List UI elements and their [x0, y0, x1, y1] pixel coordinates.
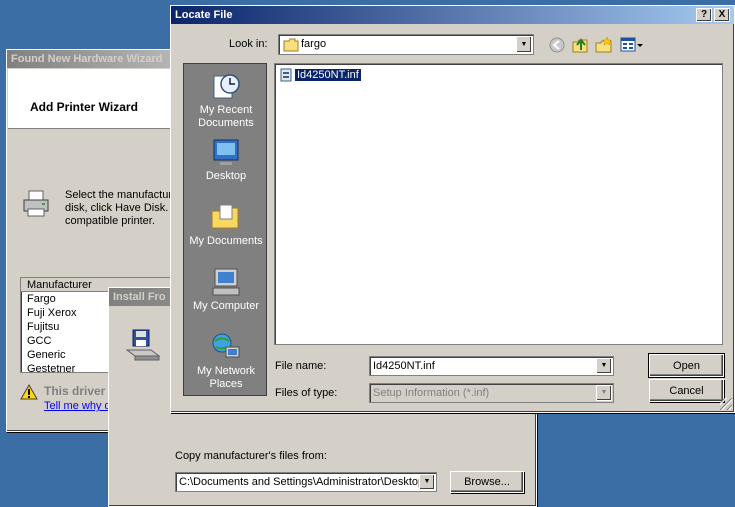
window-title: Locate File — [171, 6, 734, 24]
file-name-value[interactable]: Id4250NT.inf — [373, 360, 435, 372]
file-list[interactable]: Id4250NT.inf — [274, 63, 723, 345]
look-in-value[interactable]: fargo — [301, 38, 326, 50]
place-label[interactable]: My Computer — [193, 300, 259, 312]
chevron-down-icon[interactable]: ▼ — [516, 36, 532, 53]
files-of-type-value[interactable]: Setup Information (*.inf) — [373, 387, 489, 399]
up-folder-icon[interactable] — [572, 36, 590, 54]
back-icon[interactable] — [548, 36, 566, 54]
my-computer-icon — [212, 268, 240, 296]
desc-line-3: compatible printer. — [65, 215, 155, 227]
file-name-label: File name: — [275, 360, 327, 372]
desktop-icon — [213, 139, 239, 165]
tell-me-why-link[interactable]: Tell me why d — [44, 400, 111, 412]
cancel-button[interactable]: Cancel — [649, 379, 724, 402]
view-menu-icon[interactable] — [620, 36, 644, 54]
copy-from-value[interactable]: C:\Documents and Settings\Administrator\… — [179, 476, 424, 488]
desc-line-1: Select the manufactur — [65, 189, 173, 201]
my-documents-icon — [211, 204, 239, 229]
file-name[interactable]: Id4250NT.inf — [294, 68, 362, 82]
place-label[interactable]: My Documents — [189, 235, 262, 247]
files-of-type-combobox[interactable]: Setup Information (*.inf) ▼ — [369, 383, 614, 403]
printer-icon — [23, 190, 49, 217]
open-button[interactable]: Open — [648, 353, 725, 378]
disk-drive-icon — [125, 329, 161, 361]
file-name-combobox[interactable]: Id4250NT.inf ▼ — [369, 356, 614, 376]
new-folder-icon[interactable] — [595, 36, 613, 54]
desc-line-2: disk, click Have Disk. — [65, 202, 169, 214]
place-my-computer[interactable]: My Computer — [184, 266, 268, 313]
place-label[interactable]: My Recent Documents — [198, 104, 254, 129]
warning-icon — [20, 384, 38, 400]
place-label[interactable]: Desktop — [206, 170, 246, 182]
driver-warning-text: This driver — [44, 384, 106, 398]
locate-file-dialog: Locate File ? X Look in: fargo ▼ My Rece… — [170, 5, 735, 413]
browse-button[interactable]: Browse... — [450, 471, 524, 493]
copy-files-label: Copy manufacturer's files from: — [175, 450, 327, 462]
folder-icon — [283, 38, 299, 52]
look-in-label: Look in: — [229, 38, 268, 50]
help-button[interactable]: ? — [696, 8, 712, 22]
place-my-recent-documents[interactable]: My Recent Documents — [184, 70, 268, 130]
place-label[interactable]: My Network Places — [197, 365, 255, 390]
title-controls: ? X — [696, 8, 730, 22]
setup-file-icon — [280, 68, 292, 82]
look-in-combobox[interactable]: fargo ▼ — [278, 34, 534, 55]
resize-grip[interactable] — [720, 398, 732, 410]
places-bar: My Recent Documents Desktop My Documents — [183, 63, 267, 396]
chevron-down-icon[interactable]: ▼ — [596, 385, 612, 401]
network-places-icon — [212, 333, 240, 358]
chevron-down-icon[interactable]: ▼ — [596, 358, 612, 374]
copy-from-combobox[interactable]: C:\Documents and Settings\Administrator\… — [175, 472, 437, 492]
list-item[interactable]: Id4250NT.inf — [279, 68, 362, 82]
files-of-type-label: Files of type: — [275, 387, 338, 399]
place-my-documents[interactable]: My Documents — [184, 201, 268, 248]
place-desktop[interactable]: Desktop — [184, 136, 268, 183]
recent-documents-icon — [213, 74, 240, 99]
wizard-heading: Add Printer Wizard — [30, 100, 138, 114]
close-button[interactable]: X — [714, 8, 730, 22]
place-my-network-places[interactable]: My Network Places — [184, 331, 268, 391]
chevron-down-icon[interactable]: ▼ — [419, 474, 435, 490]
